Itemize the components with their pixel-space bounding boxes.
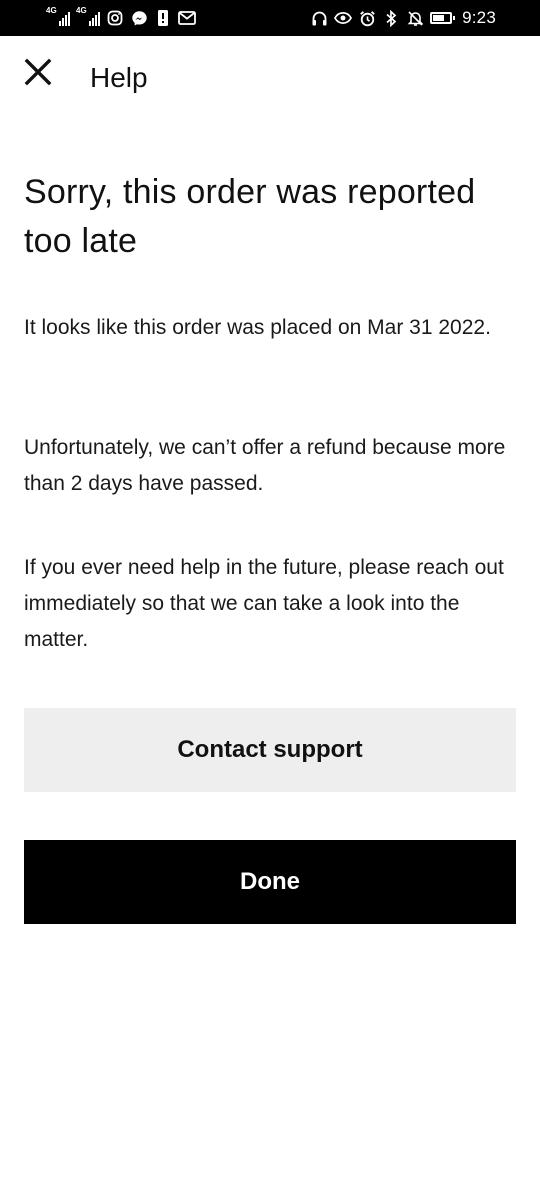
contact-support-button[interactable]: Contact support [24,708,516,792]
page-title: Help [90,62,148,93]
refund-message: Unfortunately, we can’t offer a refund b… [24,436,506,495]
alarm-icon [358,9,376,27]
signal-icon: 4G [46,6,70,26]
messenger-icon [130,9,148,27]
close-button[interactable] [20,56,56,92]
status-bar: 4G 4G 9:23 [0,0,540,36]
signal-icon: 4G [76,6,100,26]
headphones-icon [310,9,328,27]
headline: Sorry, this order was reported too late [24,173,476,260]
order-date-message: It looks like this order was placed on M… [24,316,491,339]
status-time: 9:23 [462,8,496,27]
future-help-message: If you ever need help in the future, ple… [24,556,504,651]
network-type-label: 4G [46,6,57,15]
bluetooth-icon [382,9,400,27]
status-bar-right: 9:23 [310,8,496,28]
status-bar-left: 4G 4G [46,6,196,28]
instagram-icon [106,9,124,27]
notification-icon [154,9,172,27]
close-icon [24,58,52,91]
network-type-label: 4G [76,6,87,15]
eye-icon [334,9,353,27]
main-content: Sorry, this order was reported too late [24,168,516,266]
gmail-icon [178,9,196,27]
mute-icon [406,9,424,27]
done-button[interactable]: Done [24,840,516,924]
battery-icon [430,12,456,24]
app-header: Help [0,36,540,120]
